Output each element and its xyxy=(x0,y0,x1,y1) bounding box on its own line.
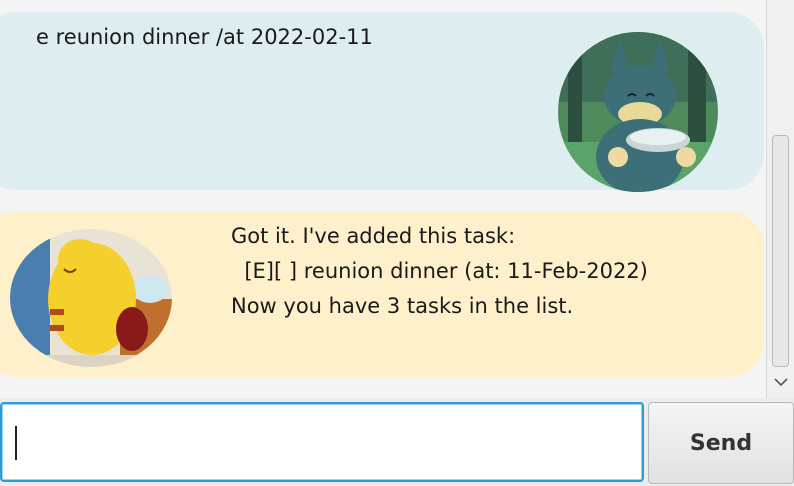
bot-line-1: Got it. I've added this task: xyxy=(231,224,516,248)
user-message-text: e reunion dinner /at 2022-02-11 xyxy=(36,25,373,49)
user-message-bubble: e reunion dinner /at 2022-02-11 xyxy=(0,12,764,192)
bot-message-text: Got it. I've added this task: [E][ ] reu… xyxy=(231,219,648,324)
chat-scrollbar[interactable] xyxy=(766,0,794,398)
pikachu-icon xyxy=(10,229,172,367)
scrollbar-thumb[interactable] xyxy=(772,135,789,367)
send-button[interactable]: Send xyxy=(648,402,794,484)
munchax-icon xyxy=(558,32,718,192)
chat-area: e reunion dinner /at 2022-02-11 Got it. … xyxy=(0,0,766,398)
text-caret xyxy=(15,426,17,460)
user-avatar xyxy=(558,32,718,192)
bot-line-2: [E][ ] reunion dinner (at: 11-Feb-2022) xyxy=(231,259,648,283)
scroll-down-icon[interactable] xyxy=(773,374,789,390)
bot-line-3: Now you have 3 tasks in the list. xyxy=(231,294,574,318)
bot-message-bubble: Got it. I've added this task: [E][ ] reu… xyxy=(0,211,764,377)
bot-avatar xyxy=(10,229,172,367)
message-input[interactable] xyxy=(0,402,644,482)
